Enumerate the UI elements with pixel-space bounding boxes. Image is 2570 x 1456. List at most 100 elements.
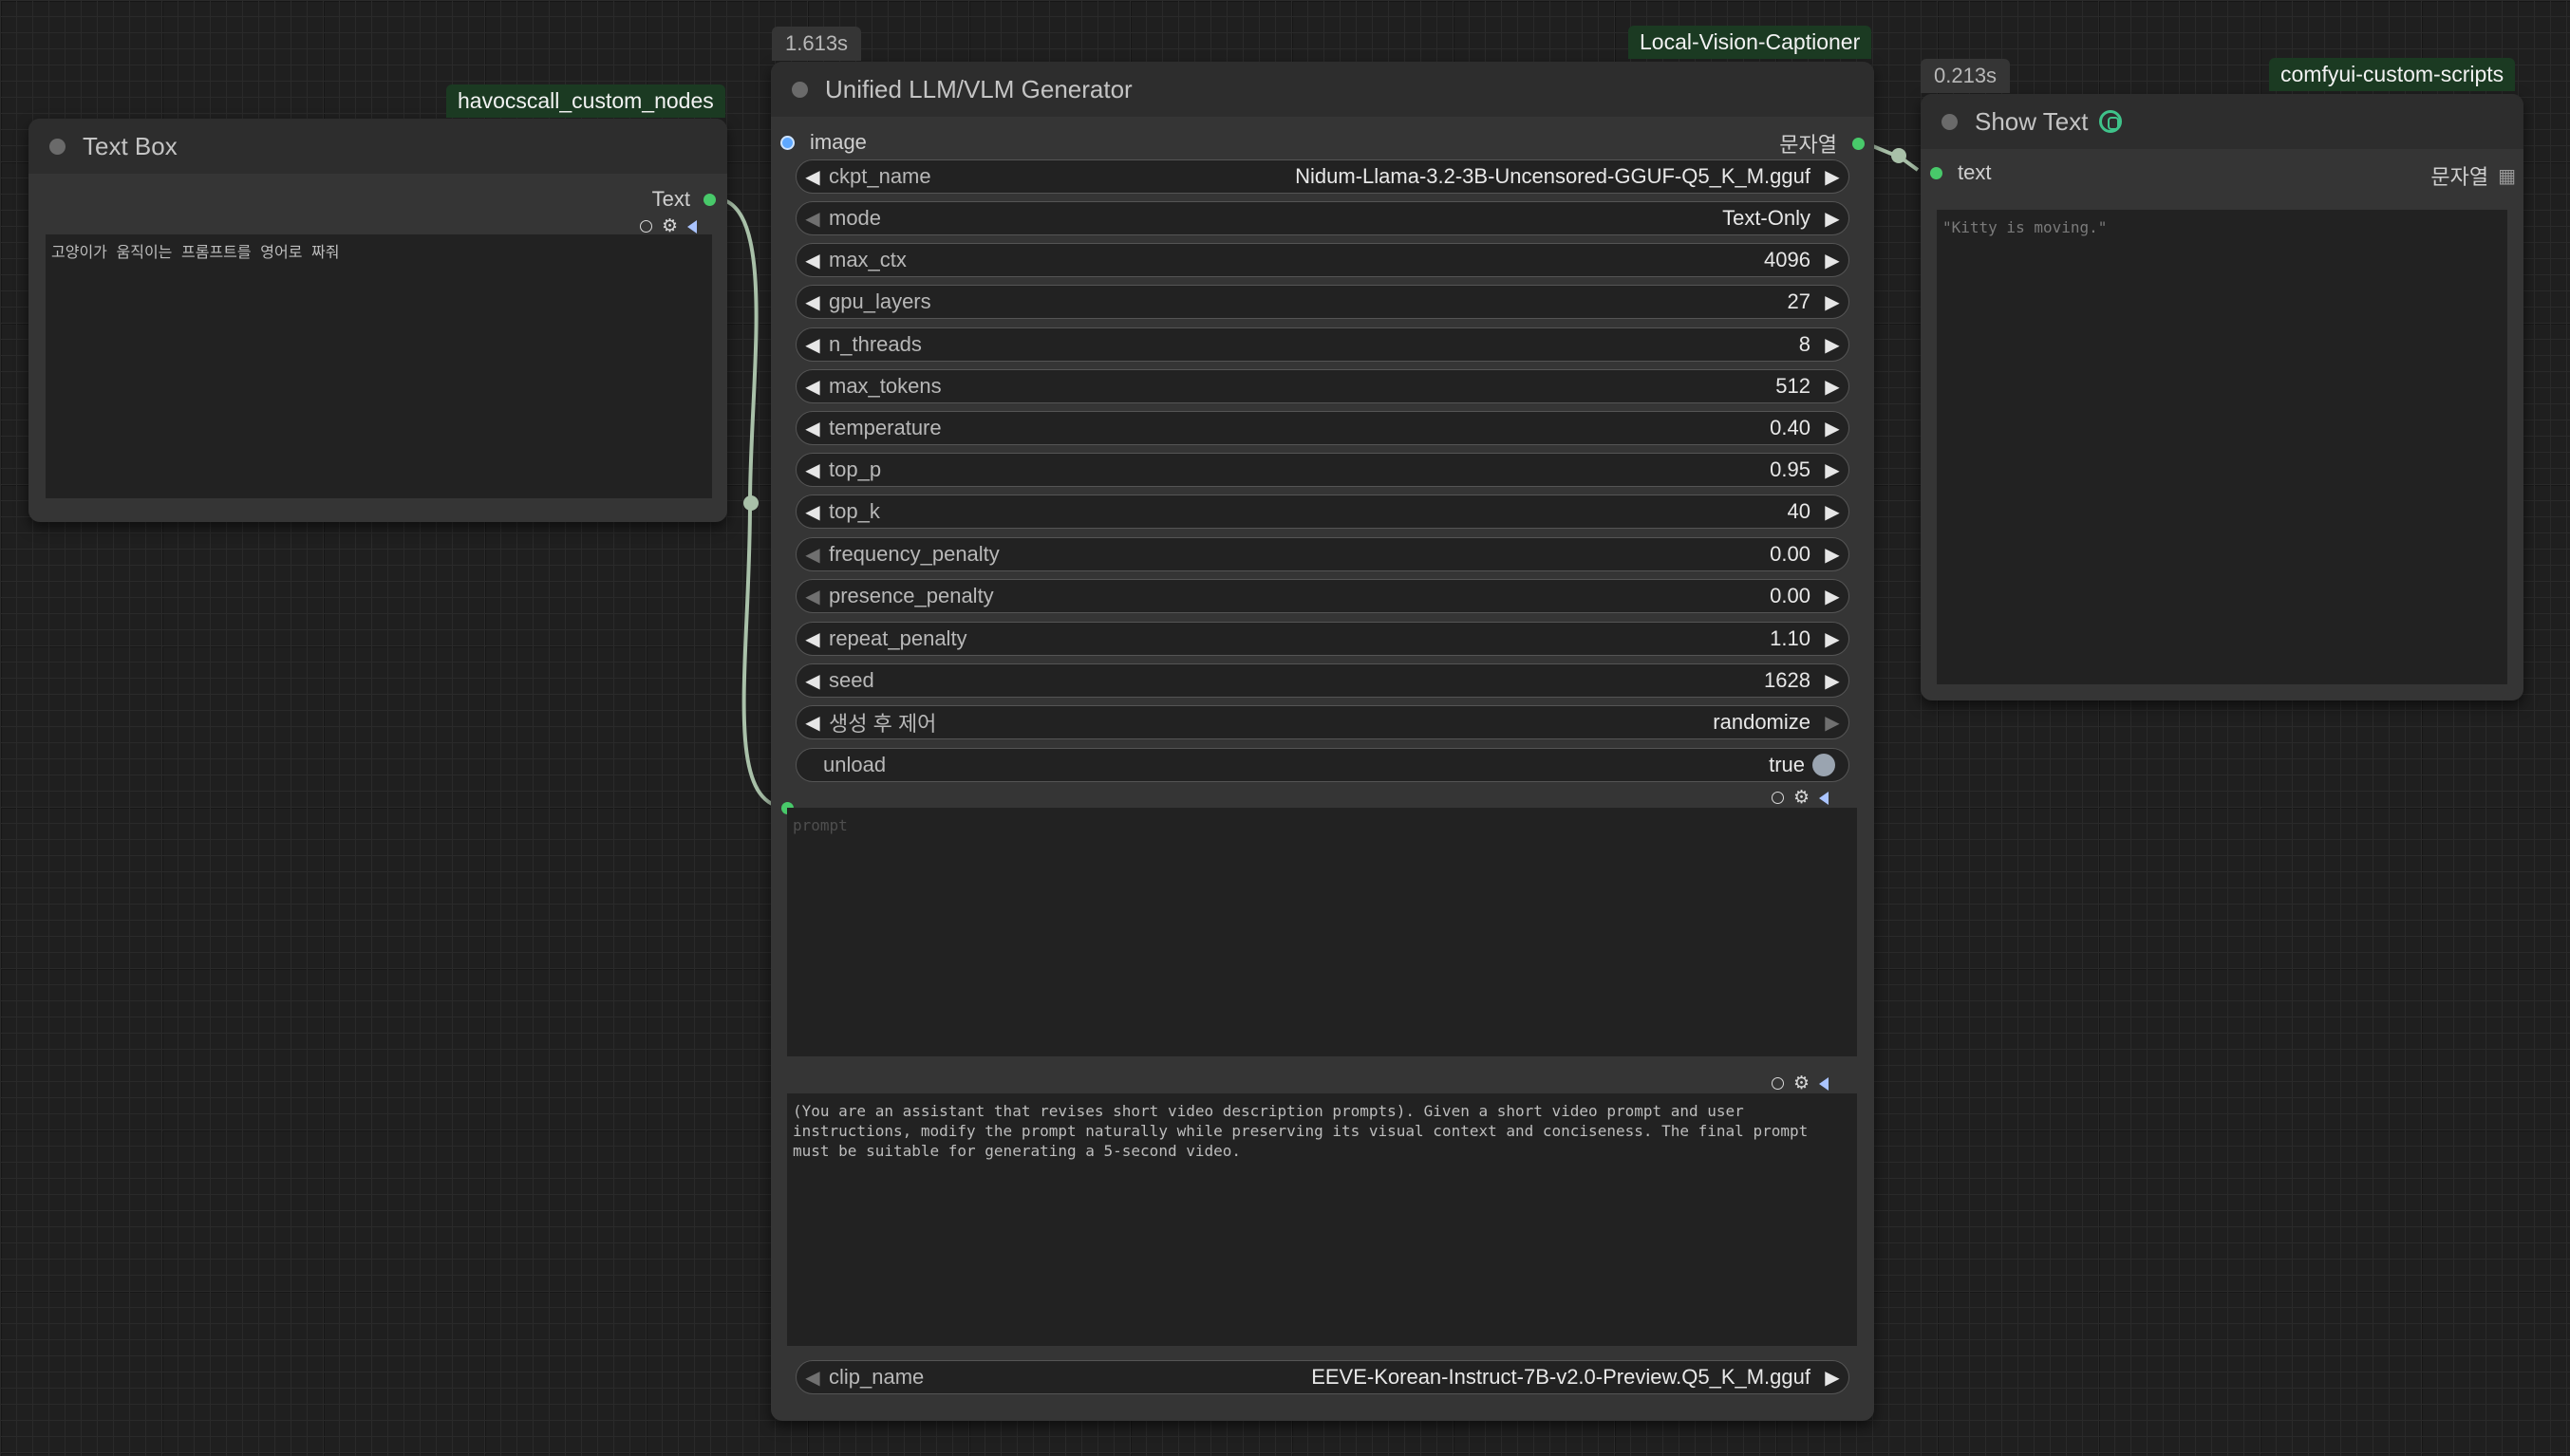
gear-icon[interactable]: ⚙ (1793, 789, 1810, 807)
node-title-bar[interactable]: Text Box (28, 119, 727, 174)
prompt-textarea[interactable]: prompt (787, 808, 1857, 1056)
increment-arrow-icon[interactable]: ▶ (1816, 1366, 1848, 1390)
grid-icon[interactable]: ▦ (2498, 164, 2516, 188)
widget-value[interactable]: 0.00 (1770, 542, 1810, 567)
output-slot-text[interactable]: Text (652, 187, 716, 212)
speaker-icon[interactable] (1819, 791, 1829, 805)
collapse-dot-icon[interactable] (49, 138, 66, 155)
decrement-arrow-icon[interactable]: ◀ (797, 458, 829, 482)
widget-value[interactable]: 4096 (1764, 248, 1810, 272)
decrement-arrow-icon[interactable]: ◀ (797, 627, 829, 651)
decrement-arrow-icon[interactable]: ◀ (797, 500, 829, 524)
widget-repeat-penalty[interactable]: ◀ repeat_penalty 1.10 ▶ (796, 622, 1849, 656)
widget-value[interactable]: randomize (1713, 710, 1810, 735)
collapse-dot-icon[interactable] (1942, 113, 1958, 130)
widget-seed[interactable]: ◀ seed 1628 ▶ (796, 663, 1849, 698)
widget-value[interactable]: 0.00 (1770, 584, 1810, 608)
widget-n-threads[interactable]: ◀ n_threads 8 ▶ (796, 327, 1849, 362)
text-input-area[interactable]: 고양이가 움직이는 프롬프트를 영어로 짜줘 (46, 234, 712, 498)
widget-max-tokens[interactable]: ◀ max_tokens 512 ▶ (796, 369, 1849, 403)
increment-arrow-icon[interactable]: ▶ (1816, 417, 1848, 440)
increment-arrow-icon[interactable]: ▶ (1816, 669, 1848, 693)
input-dot-icon[interactable] (1930, 166, 1942, 179)
output-slot-string[interactable]: 문자열 ▦ (2430, 160, 2516, 191)
widget-unload-toggle[interactable]: unload true (796, 748, 1849, 782)
increment-arrow-icon[interactable]: ▶ (1816, 290, 1848, 314)
increment-arrow-icon[interactable]: ▶ (1816, 207, 1848, 231)
widget-max-ctx[interactable]: ◀ max_ctx 4096 ▶ (796, 243, 1849, 277)
node-title-bar[interactable]: Unified LLM/VLM Generator (771, 62, 1874, 117)
output-dot-icon[interactable] (1852, 137, 1865, 150)
circle-icon[interactable] (639, 220, 652, 233)
widget-value[interactable]: 40 (1788, 499, 1810, 524)
widget-control-after-generate[interactable]: ◀ 생성 후 제어 randomize ▶ (796, 705, 1849, 739)
output-label: Text (651, 187, 690, 211)
system-prompt-textarea[interactable]: (You are an assistant that revises short… (787, 1093, 1857, 1346)
decrement-arrow-icon[interactable]: ◀ (797, 375, 829, 399)
widget-clip-name[interactable]: ◀ clip_name EEVE-Korean-Instruct-7B-v2.0… (796, 1360, 1849, 1394)
widget-value[interactable]: 0.40 (1770, 416, 1810, 440)
decrement-arrow-icon[interactable]: ◀ (797, 1366, 829, 1390)
widget-temperature[interactable]: ◀ temperature 0.40 ▶ (796, 411, 1849, 445)
decrement-arrow-icon[interactable]: ◀ (797, 585, 829, 608)
text-box-node[interactable]: Text Box Text ⚙ 고양이가 움직이는 프롬프트를 영어로 짜줘 (28, 119, 727, 522)
increment-arrow-icon[interactable]: ▶ (1816, 585, 1848, 608)
widget-label: repeat_penalty (829, 626, 967, 650)
circle-icon[interactable] (1772, 1077, 1784, 1090)
widget-value[interactable]: 1628 (1764, 668, 1810, 693)
increment-arrow-icon[interactable]: ▶ (1816, 711, 1848, 735)
widget-value[interactable]: EEVE-Korean-Instruct-7B-v2.0-Preview.Q5_… (1311, 1365, 1810, 1390)
speaker-icon[interactable] (1819, 1076, 1829, 1091)
widget-mode[interactable]: ◀ mode Text-Only ▶ (796, 201, 1849, 235)
widget-value[interactable]: 27 (1788, 289, 1810, 314)
speaker-icon[interactable] (687, 219, 697, 233)
decrement-arrow-icon[interactable]: ◀ (797, 165, 829, 189)
node-title: Text Box (83, 131, 178, 160)
wire-midpoint (743, 495, 759, 511)
increment-arrow-icon[interactable]: ▶ (1816, 375, 1848, 399)
execution-time: 0.213s (1921, 59, 2011, 93)
output-text-area[interactable]: "Kitty is moving." (1937, 210, 2507, 684)
wire-midpoint-2 (1891, 148, 1906, 163)
increment-arrow-icon[interactable]: ▶ (1816, 627, 1848, 651)
widget-frequency-penalty[interactable]: ◀ frequency_penalty 0.00 ▶ (796, 537, 1849, 571)
increment-arrow-icon[interactable]: ▶ (1816, 500, 1848, 524)
collapse-dot-icon[interactable] (792, 81, 808, 98)
input-slot-text[interactable]: text (1930, 160, 1991, 185)
widget-gpu-layers[interactable]: ◀ gpu_layers 27 ▶ (796, 285, 1849, 319)
widget-value[interactable]: 8 (1799, 332, 1810, 357)
widget-value[interactable]: 1.10 (1770, 626, 1810, 651)
widget-value[interactable]: 512 (1775, 374, 1810, 399)
widget-top-k[interactable]: ◀ top_k 40 ▶ (796, 495, 1849, 529)
increment-arrow-icon[interactable]: ▶ (1816, 249, 1848, 272)
decrement-arrow-icon[interactable]: ◀ (797, 290, 829, 314)
show-text-node[interactable]: Show Text text 문자열 ▦ "Kitty is moving." (1921, 94, 2523, 700)
widget-value[interactable]: Nidum-Llama-3.2-3B-Uncensored-GGUF-Q5_K_… (1295, 164, 1810, 189)
output-dot-icon[interactable] (703, 193, 716, 206)
decrement-arrow-icon[interactable]: ◀ (797, 207, 829, 231)
widget-top-p[interactable]: ◀ top_p 0.95 ▶ (796, 453, 1849, 487)
circle-icon[interactable] (1772, 792, 1784, 804)
decrement-arrow-icon[interactable]: ◀ (797, 543, 829, 567)
input-slot-image[interactable]: image (780, 130, 867, 155)
increment-arrow-icon[interactable]: ▶ (1816, 165, 1848, 189)
gear-icon[interactable]: ⚙ (1793, 1074, 1810, 1092)
increment-arrow-icon[interactable]: ▶ (1816, 458, 1848, 482)
decrement-arrow-icon[interactable]: ◀ (797, 249, 829, 272)
decrement-arrow-icon[interactable]: ◀ (797, 669, 829, 693)
decrement-arrow-icon[interactable]: ◀ (797, 417, 829, 440)
output-slot-string[interactable]: 문자열 (1779, 128, 1865, 159)
increment-arrow-icon[interactable]: ▶ (1816, 543, 1848, 567)
system-prompt-widget-options: ⚙ (1772, 1074, 1829, 1092)
decrement-arrow-icon[interactable]: ◀ (797, 333, 829, 357)
node-title-bar[interactable]: Show Text (1921, 94, 2523, 149)
widget-value[interactable]: Text-Only (1722, 206, 1810, 231)
gear-icon[interactable]: ⚙ (662, 217, 678, 235)
input-dot-icon[interactable] (780, 135, 795, 150)
widget-presence-penalty[interactable]: ◀ presence_penalty 0.00 ▶ (796, 579, 1849, 613)
decrement-arrow-icon[interactable]: ◀ (797, 711, 829, 735)
increment-arrow-icon[interactable]: ▶ (1816, 333, 1848, 357)
toggle-knob-icon[interactable] (1812, 754, 1835, 776)
widget-ckpt-name[interactable]: ◀ ckpt_name Nidum-Llama-3.2-3B-Uncensore… (796, 159, 1849, 194)
widget-value[interactable]: 0.95 (1770, 457, 1810, 482)
